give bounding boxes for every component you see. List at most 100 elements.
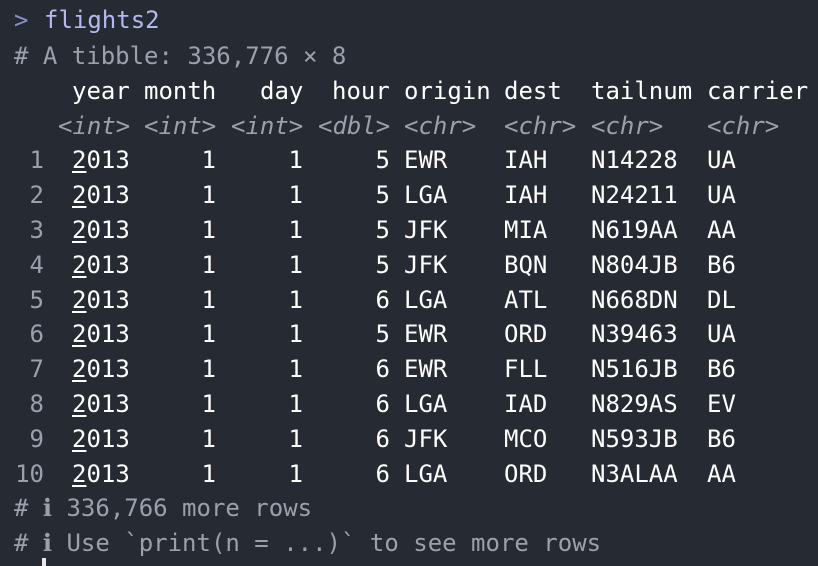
column-header-row: year month day hour origin dest tailnum … bbox=[0, 74, 808, 109]
tailnum-cell: N668DN bbox=[591, 286, 678, 314]
text-cursor bbox=[42, 558, 46, 566]
month-cell: 1 bbox=[201, 286, 216, 314]
row-number: 2 bbox=[29, 181, 44, 209]
carrier-cell: DL bbox=[707, 286, 736, 314]
column-type-carrier: <chr> bbox=[707, 112, 780, 140]
year-cell: 2013 bbox=[72, 460, 130, 488]
prompt-symbol: > bbox=[14, 6, 29, 34]
year-cell: 2013 bbox=[72, 286, 130, 314]
command-text: flights2 bbox=[44, 6, 160, 34]
tailnum-cell: N593JB bbox=[591, 425, 678, 453]
tibble-summary-text: # A tibble: 336,776 × 8 bbox=[14, 42, 347, 70]
footer-more-rows: # ℹ 336,766 more rows bbox=[0, 491, 312, 526]
carrier-cell: UA bbox=[707, 320, 736, 348]
column-header-tailnum: tailnum bbox=[591, 77, 693, 105]
day-cell: 1 bbox=[288, 320, 303, 348]
row-number: 8 bbox=[29, 390, 44, 418]
tailnum-cell: N619AA bbox=[591, 216, 678, 244]
row-number: 5 bbox=[29, 286, 44, 314]
month-cell: 1 bbox=[201, 320, 216, 348]
day-cell: 1 bbox=[288, 251, 303, 279]
table-row: 4 2013 1 1 5 JFK BQN N804JB B6 bbox=[0, 248, 736, 283]
year-cell: 2013 bbox=[72, 320, 130, 348]
column-type-month: <int> bbox=[144, 112, 217, 140]
origin-cell: LGA bbox=[404, 460, 448, 488]
hour-cell: 6 bbox=[375, 460, 390, 488]
tailnum-cell: N3ALAA bbox=[591, 460, 678, 488]
carrier-cell: B6 bbox=[707, 425, 736, 453]
row-number: 10 bbox=[15, 460, 44, 488]
hour-cell: 6 bbox=[375, 425, 390, 453]
row-number: 6 bbox=[29, 320, 44, 348]
column-type-hour: <dbl> bbox=[318, 112, 391, 140]
carrier-cell: B6 bbox=[707, 355, 736, 383]
dest-cell: MCO bbox=[504, 425, 548, 453]
carrier-cell: AA bbox=[707, 460, 736, 488]
carrier-cell: UA bbox=[707, 146, 736, 174]
tailnum-cell: N39463 bbox=[591, 320, 678, 348]
month-cell: 1 bbox=[201, 390, 216, 418]
column-header-day: day bbox=[260, 77, 304, 105]
row-number: 4 bbox=[29, 251, 44, 279]
day-cell: 1 bbox=[288, 286, 303, 314]
year-cell: 2013 bbox=[72, 216, 130, 244]
dest-cell: IAH bbox=[504, 146, 548, 174]
dest-cell: IAH bbox=[504, 181, 548, 209]
column-type-dest: <chr> bbox=[504, 112, 577, 140]
day-cell: 1 bbox=[288, 460, 303, 488]
month-cell: 1 bbox=[201, 181, 216, 209]
table-row: 3 2013 1 1 5 JFK MIA N619AA AA bbox=[0, 213, 736, 248]
month-cell: 1 bbox=[201, 425, 216, 453]
day-cell: 1 bbox=[288, 146, 303, 174]
year-cell: 2013 bbox=[72, 355, 130, 383]
row-number: 3 bbox=[29, 216, 44, 244]
dest-cell: ORD bbox=[504, 320, 548, 348]
column-header-carrier: carrier bbox=[707, 77, 809, 105]
r-console[interactable]: > flights2 # A tibble: 336,776 × 8 year … bbox=[0, 0, 818, 566]
column-type-row: <int> <int> <int> <dbl> <chr> <chr> <chr… bbox=[0, 109, 779, 144]
table-row: 1 2013 1 1 5 EWR IAH N14228 UA bbox=[0, 143, 736, 178]
column-header-dest: dest bbox=[504, 77, 562, 105]
origin-cell: JFK bbox=[404, 216, 448, 244]
table-row: 6 2013 1 1 5 EWR ORD N39463 UA bbox=[0, 317, 736, 352]
dest-cell: FLL bbox=[504, 355, 548, 383]
column-header-year: year bbox=[72, 77, 130, 105]
month-cell: 1 bbox=[201, 355, 216, 383]
column-type-tailnum: <chr> bbox=[591, 112, 664, 140]
origin-cell: LGA bbox=[404, 181, 448, 209]
dest-cell: IAD bbox=[504, 390, 548, 418]
origin-cell: LGA bbox=[404, 286, 448, 314]
year-cell: 2013 bbox=[72, 251, 130, 279]
month-cell: 1 bbox=[201, 146, 216, 174]
row-number: 9 bbox=[29, 425, 44, 453]
footer-more-rows-text: # ℹ 336,766 more rows bbox=[14, 494, 313, 522]
day-cell: 1 bbox=[288, 390, 303, 418]
year-cell: 2013 bbox=[72, 181, 130, 209]
carrier-cell: EV bbox=[707, 390, 736, 418]
hour-cell: 5 bbox=[375, 216, 390, 244]
tibble-summary: # A tibble: 336,776 × 8 bbox=[0, 39, 346, 74]
row-number: 7 bbox=[29, 355, 44, 383]
table-row: 5 2013 1 1 6 LGA ATL N668DN DL bbox=[0, 283, 736, 318]
origin-cell: EWR bbox=[404, 146, 448, 174]
month-cell: 1 bbox=[201, 216, 216, 244]
tailnum-cell: N516JB bbox=[591, 355, 678, 383]
carrier-cell: AA bbox=[707, 216, 736, 244]
column-header-origin: origin bbox=[404, 77, 491, 105]
dest-cell: MIA bbox=[504, 216, 548, 244]
table-row: 9 2013 1 1 6 JFK MCO N593JB B6 bbox=[0, 422, 736, 457]
day-cell: 1 bbox=[288, 216, 303, 244]
year-cell: 2013 bbox=[72, 390, 130, 418]
table-row: 10 2013 1 1 6 LGA ORD N3ALAA AA bbox=[0, 457, 736, 492]
origin-cell: JFK bbox=[404, 251, 448, 279]
command-line: > flights2 bbox=[0, 3, 160, 38]
table-row: 2 2013 1 1 5 LGA IAH N24211 UA bbox=[0, 178, 736, 213]
dest-cell: BQN bbox=[504, 251, 548, 279]
hour-cell: 5 bbox=[375, 251, 390, 279]
footer-print-hint: # ℹ Use `print(n = ...)` to see more row… bbox=[0, 526, 601, 561]
footer-print-hint-text: # ℹ Use `print(n = ...)` to see more row… bbox=[14, 529, 602, 557]
table-row: 8 2013 1 1 6 LGA IAD N829AS EV bbox=[0, 387, 736, 422]
dest-cell: ATL bbox=[504, 286, 548, 314]
hour-cell: 6 bbox=[375, 355, 390, 383]
tailnum-cell: N14228 bbox=[591, 146, 678, 174]
